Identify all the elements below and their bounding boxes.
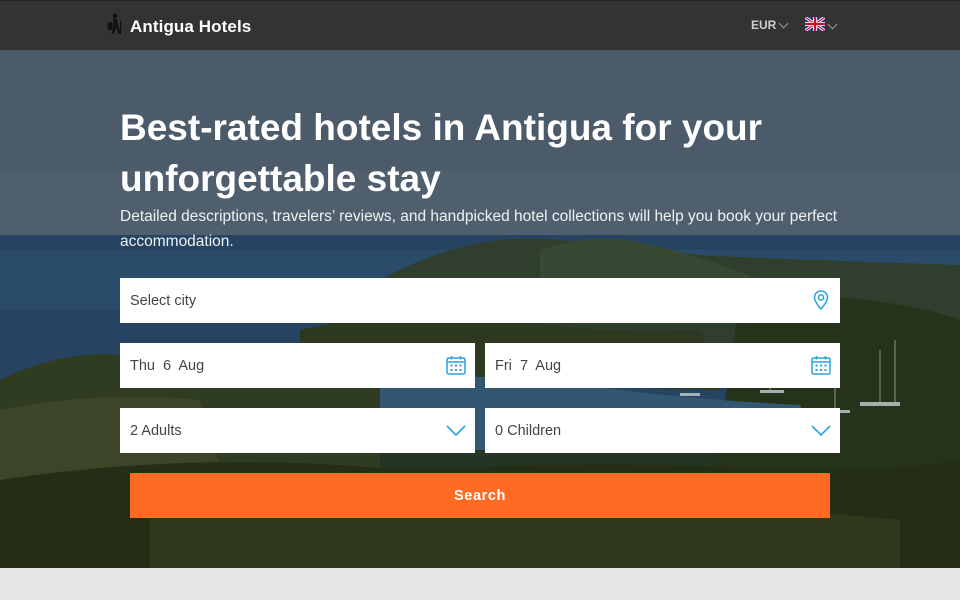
map-pin-icon [810, 289, 832, 315]
hero-section: Best-rated hotels in Antigua for your un… [0, 50, 960, 568]
search-button[interactable]: Search [130, 473, 830, 518]
city-select-field[interactable]: Select city [120, 278, 840, 323]
brand-name: Antigua Hotels [130, 16, 252, 36]
page-subheadline: Detailed descriptions, travelers’ review… [120, 208, 838, 250]
traveler-logo-icon [106, 13, 125, 40]
uk-flag-icon [804, 15, 826, 36]
brand-logo-link[interactable]: Antigua Hotels [106, 13, 251, 40]
language-selector[interactable] [804, 15, 838, 36]
checkin-date-field[interactable]: Thu 6 Aug [120, 343, 475, 388]
adults-select[interactable]: 2 Adults [120, 408, 475, 453]
page-headline: Best-rated hotels in Antigua for your un… [120, 107, 763, 199]
currency-label: EUR [751, 18, 777, 32]
chevron-down-icon [810, 419, 832, 445]
children-select[interactable]: 0 Children [485, 408, 840, 453]
checkout-date-value: Fri 7 Aug [495, 357, 562, 374]
checkout-date-field[interactable]: Fri 7 Aug [485, 343, 840, 388]
calendar-icon [445, 354, 467, 380]
adults-value: 2 Adults [130, 422, 182, 439]
calendar-icon [810, 354, 832, 380]
page-bottom-strip [0, 568, 960, 600]
top-navigation-bar: Antigua Hotels EUR [0, 0, 960, 50]
chevron-down-icon [445, 419, 467, 445]
city-placeholder: Select city [130, 292, 197, 309]
checkin-date-value: Thu 6 Aug [130, 357, 205, 374]
chevron-down-icon [827, 19, 838, 30]
currency-selector[interactable]: EUR [751, 18, 789, 32]
chevron-down-icon [778, 18, 789, 28]
children-value: 0 Children [495, 422, 562, 439]
